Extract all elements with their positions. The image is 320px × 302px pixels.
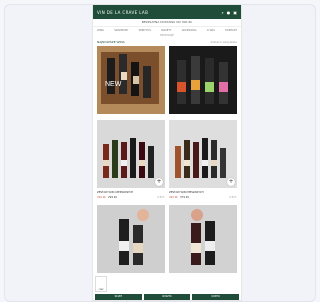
user-icon[interactable]: ● — [227, 10, 231, 15]
section-header: NAJNOWSZE WINA Zobacz wszystkie — [93, 37, 241, 46]
product-image[interactable]: + — [169, 120, 237, 188]
bottom-button-account[interactable]: KONTO — [192, 294, 240, 300]
price-row: 349 ZŁ 299 ZŁ 6 BUT. — [97, 196, 165, 199]
nav-item[interactable]: AKCESORIA — [182, 29, 197, 32]
product-title[interactable]: ZESTAW WIN CZERWONYCH — [97, 191, 165, 194]
nav-item[interactable]: SPIRYTUS — [139, 29, 151, 32]
hand-bottle-image — [97, 205, 165, 273]
old-price: 349 ZŁ — [97, 196, 107, 199]
announcement-bar: BEZPŁATNA DOSTAWA OD 300 ZŁ — [93, 19, 241, 27]
nav-item[interactable]: WINA — [97, 29, 104, 32]
bottom-button-shop[interactable]: SKLEP — [95, 294, 142, 300]
old-price: 429 ZŁ — [169, 196, 179, 199]
bottom-action-bar: SKLEP KOSZYK KONTO — [93, 294, 241, 300]
product-image[interactable] — [97, 205, 165, 273]
product-card[interactable]: + ZESTAW WIN CZERWONYCH 349 ZŁ 299 ZŁ 6 B… — [97, 120, 165, 199]
nav-item[interactable]: SZAMPANY — [114, 29, 128, 32]
nav-item[interactable]: KONTAKT — [225, 29, 237, 32]
dark-bottles-image — [169, 46, 237, 114]
chat-widget-label: CZAT — [98, 289, 104, 291]
price-row: 429 ZŁ 379 ZŁ 6 BUT. — [169, 196, 237, 199]
product-card[interactable]: NEW — [97, 46, 165, 114]
thumb-overlay-text: NEW — [105, 81, 122, 88]
nav-item[interactable]: PAKIETY — [161, 29, 171, 32]
bottle-row-image — [97, 120, 165, 188]
current-price: 299 ZŁ — [108, 196, 118, 199]
hand-bottle-image — [169, 205, 237, 273]
add-to-cart-button[interactable]: + — [155, 178, 163, 186]
product-grid: NEW + ZESTAW WIN CZERWONYCH 349 ZŁ 299 Z… — [93, 46, 241, 273]
add-to-cart-button[interactable]: + — [227, 178, 235, 186]
product-price: 349 ZŁ 299 ZŁ — [97, 196, 117, 199]
current-price: 379 ZŁ — [180, 196, 190, 199]
product-image[interactable] — [169, 46, 237, 114]
chat-widget[interactable]: CZAT — [95, 276, 107, 292]
bottle-row-image — [169, 120, 237, 188]
product-meta: 6 BUT. — [229, 196, 237, 199]
product-card[interactable] — [169, 205, 237, 273]
product-meta: 6 BUT. — [157, 196, 165, 199]
top-header: VIN DE LA CRAVE LAB ⌕ ● ▣ — [93, 5, 241, 19]
bottom-button-cart[interactable]: KOSZYK — [143, 294, 191, 300]
search-icon[interactable]: ⌕ — [221, 10, 223, 15]
product-card[interactable]: + ZESTAW WIN MIESZANYCH 429 ZŁ 379 ZŁ 6 B… — [169, 120, 237, 199]
brand-logo[interactable]: VIN DE LA CRAVE LAB — [97, 10, 148, 15]
product-image[interactable] — [169, 205, 237, 273]
header-icons: ⌕ ● ▣ — [221, 10, 237, 15]
product-card[interactable] — [97, 205, 165, 273]
wine-crate-image: NEW — [97, 46, 165, 114]
product-image[interactable]: + — [97, 120, 165, 188]
cart-icon[interactable]: ▣ — [233, 10, 237, 15]
nav-item[interactable]: O NAS — [207, 29, 215, 32]
see-all-link[interactable]: Zobacz wszystkie — [211, 40, 237, 44]
product-title[interactable]: ZESTAW WIN MIESZANYCH — [169, 191, 237, 194]
product-price: 429 ZŁ 379 ZŁ — [169, 196, 189, 199]
mobile-page-preview: VIN DE LA CRAVE LAB ⌕ ● ▣ BEZPŁATNA DOST… — [93, 5, 241, 300]
product-image[interactable]: NEW — [97, 46, 165, 114]
product-card[interactable] — [169, 46, 237, 114]
section-title: NAJNOWSZE WINA — [97, 40, 125, 44]
main-nav: WINA SZAMPANY SPIRYTUS PAKIETY AKCESORIA… — [93, 27, 241, 32]
